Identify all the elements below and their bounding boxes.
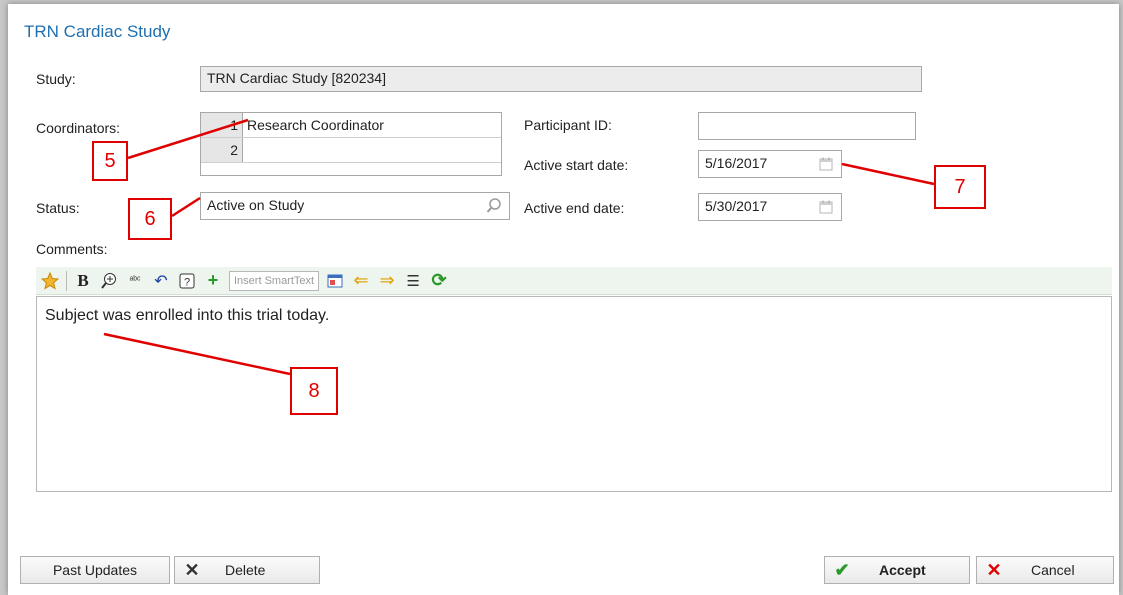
callout-6: 6 [128,198,172,240]
callout-7: 7 [934,165,986,209]
callout-lines [103,118,935,376]
callout-8: 8 [290,367,338,415]
callout-5: 5 [92,141,128,181]
